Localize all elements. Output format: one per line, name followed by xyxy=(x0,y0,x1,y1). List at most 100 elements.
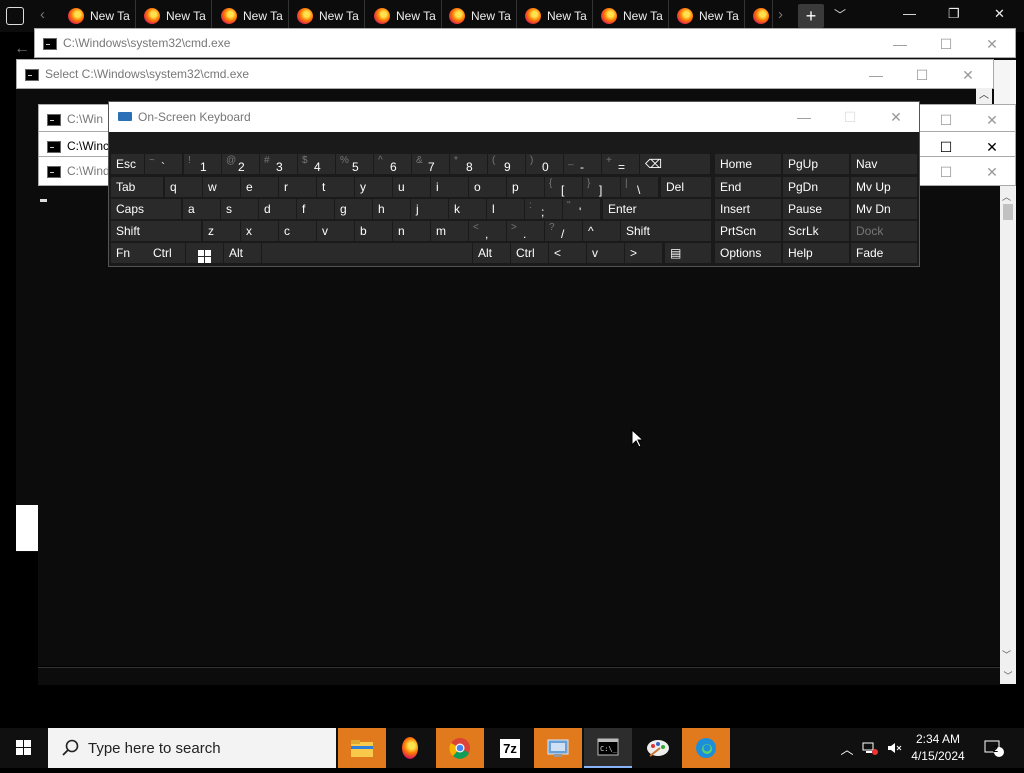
osk-key[interactable]: ⌫ xyxy=(640,154,710,174)
taskbar-firefox[interactable] xyxy=(386,728,434,768)
osk-key[interactable]: Ctrl xyxy=(511,243,548,263)
taskbar-network-app[interactable] xyxy=(534,728,582,768)
scrollbar-thumb[interactable] xyxy=(1003,204,1013,220)
osk-key[interactable]: ? / xyxy=(545,221,582,241)
osk-key[interactable]: ▤ xyxy=(665,243,711,263)
osk-key[interactable]: > xyxy=(625,243,662,263)
maximize-icon[interactable]: ☐ xyxy=(899,60,945,90)
taskbar-file-explorer[interactable] xyxy=(338,728,386,768)
osk-key[interactable]: h xyxy=(373,199,410,219)
minimize-icon[interactable]: — xyxy=(853,60,899,90)
osk-key[interactable]: <, xyxy=(469,221,506,241)
osk-key[interactable]: $4 xyxy=(298,154,335,174)
osk-nav-key[interactable]: End xyxy=(715,177,781,197)
osk-key[interactable]: p xyxy=(507,177,544,197)
taskbar-7zip[interactable]: 7z xyxy=(486,728,534,768)
scroll-up-icon[interactable]: ︿ xyxy=(976,88,992,104)
close-icon[interactable]: ✕ xyxy=(873,102,919,132)
osk-nav-key[interactable]: Options xyxy=(715,243,781,263)
osk-key[interactable]: Ctrl xyxy=(148,243,185,263)
osk-key[interactable]: & 7 xyxy=(412,154,449,174)
osk-key[interactable]: k xyxy=(449,199,486,219)
on-screen-keyboard[interactable]: On-Screen Keyboard — ☐ ✕ Esc ~ `! 1 @2 #3 $4% 5… xyxy=(108,101,920,267)
osk-key[interactable]: ! 1 xyxy=(184,154,221,174)
osk-nav-key[interactable]: Dock xyxy=(851,221,917,241)
osk-key[interactable]: " ' xyxy=(563,199,600,219)
taskbar-search-box[interactable]: Type here to search xyxy=(48,728,336,768)
osk-key[interactable]: (9 xyxy=(488,154,525,174)
osk-key[interactable]: Caps xyxy=(111,199,181,219)
osk-key[interactable]: g xyxy=(335,199,372,219)
start-button[interactable] xyxy=(0,728,48,768)
osk-key[interactable]: b xyxy=(355,221,392,241)
osk-key[interactable]: l xyxy=(487,199,524,219)
osk-nav-key[interactable]: PrtScn xyxy=(715,221,781,241)
osk-key[interactable]: t xyxy=(317,177,354,197)
maximize-icon[interactable]: ☐ xyxy=(827,102,873,132)
osk-key[interactable]: Tab xyxy=(111,177,163,197)
osk-key[interactable]: Del xyxy=(661,177,711,197)
osk-key[interactable]: v xyxy=(317,221,354,241)
taskbar-clock[interactable]: 2:34 AM 4/15/2024 xyxy=(904,731,972,765)
osk-nav-key[interactable]: Pause xyxy=(783,199,849,219)
osk-key[interactable]: Alt xyxy=(473,243,510,263)
osk-key[interactable] xyxy=(262,243,472,263)
scroll-down-icon[interactable]: ﹀ xyxy=(1002,648,1011,661)
osk-key[interactable]: x xyxy=(241,221,278,241)
osk-key[interactable]: Alt xyxy=(224,243,261,263)
osk-key[interactable]: ~ ` xyxy=(145,154,182,174)
osk-key[interactable]: >. xyxy=(507,221,544,241)
osk-key[interactable]: ^ 6 xyxy=(374,154,411,174)
close-icon[interactable]: ✕ xyxy=(994,6,1005,22)
osk-key[interactable]: s xyxy=(221,199,258,219)
vertical-scrollbar[interactable]: ︿ ﹀ xyxy=(1000,186,1016,668)
volume-muted-icon[interactable] xyxy=(884,728,904,768)
osk-nav-key[interactable]: PgUp xyxy=(783,154,849,174)
taskbar-paint-app[interactable] xyxy=(634,728,682,768)
osk-key[interactable]: * 8 xyxy=(450,154,487,174)
osk-nav-key[interactable]: PgDn xyxy=(783,177,849,197)
restore-icon[interactable]: ❐ xyxy=(948,6,960,22)
scroll-tabs-left-icon[interactable]: ‹ xyxy=(40,6,45,23)
minimize-icon[interactable]: — xyxy=(877,29,923,59)
close-icon[interactable]: ✕ xyxy=(969,157,1015,187)
osk-key[interactable]: d xyxy=(259,199,296,219)
osk-key[interactable]: w xyxy=(203,177,240,197)
network-icon[interactable] xyxy=(860,728,880,768)
osk-key[interactable]: e xyxy=(241,177,278,197)
osk-key[interactable]: | \ xyxy=(621,177,658,197)
osk-key[interactable]: Shift xyxy=(111,221,201,241)
osk-nav-key[interactable]: ScrLk xyxy=(783,221,849,241)
osk-key[interactable]: _ - xyxy=(564,154,601,174)
osk-key[interactable]: v xyxy=(587,243,624,263)
close-icon[interactable]: ✕ xyxy=(945,60,991,90)
osk-key[interactable]: Shift xyxy=(621,221,711,241)
tab-list-icon[interactable] xyxy=(6,7,24,25)
osk-key[interactable]: Enter xyxy=(603,199,711,219)
osk-key[interactable]: @2 xyxy=(222,154,259,174)
osk-key[interactable]: ^ xyxy=(583,221,620,241)
tab-overflow-chevron-icon[interactable]: ﹀ xyxy=(834,6,846,23)
taskbar-chrome[interactable] xyxy=(436,728,484,768)
osk-nav-key[interactable]: Help xyxy=(783,243,849,263)
osk-key[interactable]: + = xyxy=(602,154,639,174)
osk-nav-key[interactable]: Home xyxy=(715,154,781,174)
osk-nav-key[interactable]: Insert xyxy=(715,199,781,219)
osk-key[interactable]: f xyxy=(297,199,334,219)
osk-titlebar[interactable]: On-Screen Keyboard — ☐ ✕ xyxy=(109,102,919,132)
osk-key[interactable]: a xyxy=(183,199,220,219)
osk-key[interactable]: {[ xyxy=(545,177,582,197)
osk-nav-key[interactable]: Mv Dn xyxy=(851,199,917,219)
new-tab-button[interactable]: + xyxy=(798,4,824,28)
osk-key[interactable]: :; xyxy=(525,199,562,219)
scroll-tabs-right-icon[interactable]: › xyxy=(778,6,783,23)
maximize-icon[interactable]: ☐ xyxy=(923,29,969,59)
maximize-icon[interactable]: ☐ xyxy=(923,157,969,187)
osk-key[interactable]: o xyxy=(469,177,506,197)
osk-nav-key[interactable]: Nav xyxy=(851,154,917,174)
taskbar-edge[interactable] xyxy=(682,728,730,768)
osk-key[interactable]: % 5 xyxy=(336,154,373,174)
close-icon[interactable]: ✕ xyxy=(969,29,1015,59)
osk-nav-key[interactable]: Mv Up xyxy=(851,177,917,197)
minimize-icon[interactable]: — xyxy=(781,102,827,132)
